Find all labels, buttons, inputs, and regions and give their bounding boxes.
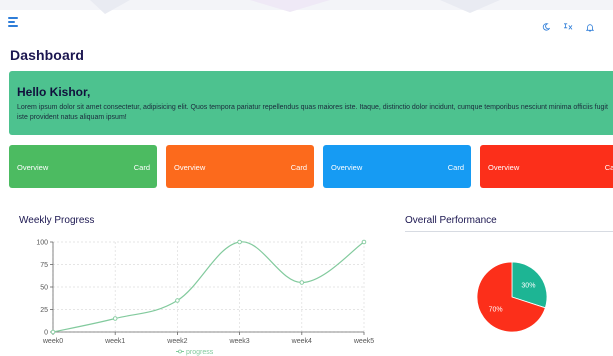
overview-card-red[interactable]: Overview Card [480, 145, 613, 188]
x-tick-label: week3 [228, 338, 249, 345]
card-right-label: Card [447, 163, 464, 172]
card-label: Overview [331, 163, 363, 172]
card-label: Overview [174, 163, 206, 172]
progress-data-point [237, 239, 242, 245]
overview-card-green[interactable]: Overview Card [9, 145, 157, 188]
moon-icon[interactable] [535, 20, 557, 34]
legend-marker-dot [178, 349, 182, 354]
section-divider [405, 231, 613, 232]
welcome-text: Lorem ipsum dolor sit amet consectetur, … [17, 104, 608, 121]
progress-data-point [299, 280, 305, 285]
progress-data-point [175, 298, 180, 303]
x-tick-label: week5 [353, 338, 374, 345]
pie-slice-label: 30% [521, 283, 535, 290]
welcome-banner: Hello Kishor, Lorem ipsum dolor sit amet… [9, 71, 613, 135]
y-tick-label: 50 [40, 285, 48, 292]
pie-slice-label: 70% [489, 306, 503, 313]
x-tick-label: week1 [104, 338, 125, 345]
x-tick-label: week0 [42, 338, 63, 345]
language-icon[interactable] [557, 20, 579, 34]
header-banner [0, 0, 613, 36]
x-tick-label: week4 [291, 338, 312, 345]
card-label: Overview [17, 163, 49, 172]
hamburger-menu-icon[interactable] [8, 17, 20, 27]
overview-card-blue[interactable]: Overview Card [323, 145, 471, 188]
card-right-label: Card [133, 163, 150, 172]
card-right-label: Card [290, 163, 307, 172]
bell-icon[interactable] [579, 20, 601, 34]
card-label: Overview [488, 163, 520, 172]
overall-performance-chart: 30% 70% [476, 261, 548, 333]
weekly-progress-chart: 0 25 50 75 100 week0 week1 week2 week3 week4 week5… [36, 239, 374, 356]
welcome-title: Hello Kishor, [17, 85, 91, 99]
overall-performance-title: Overall Performance [405, 215, 497, 226]
y-tick-label: 0 [44, 330, 48, 337]
card-right-label: Card [604, 163, 613, 172]
weekly-progress-title: Weekly Progress [19, 215, 95, 226]
progress-data-point [50, 329, 56, 335]
progress-data-point [112, 316, 118, 321]
x-tick-label: week2 [166, 338, 187, 345]
y-tick-label: 25 [40, 307, 48, 314]
page-title: Dashboard [10, 47, 85, 63]
y-tick-label: 75 [40, 262, 48, 269]
legend-label: progress [186, 349, 214, 356]
progress-data-point [361, 239, 367, 245]
y-tick-label: 100 [36, 240, 48, 247]
overview-card-orange[interactable]: Overview Card [166, 145, 314, 188]
